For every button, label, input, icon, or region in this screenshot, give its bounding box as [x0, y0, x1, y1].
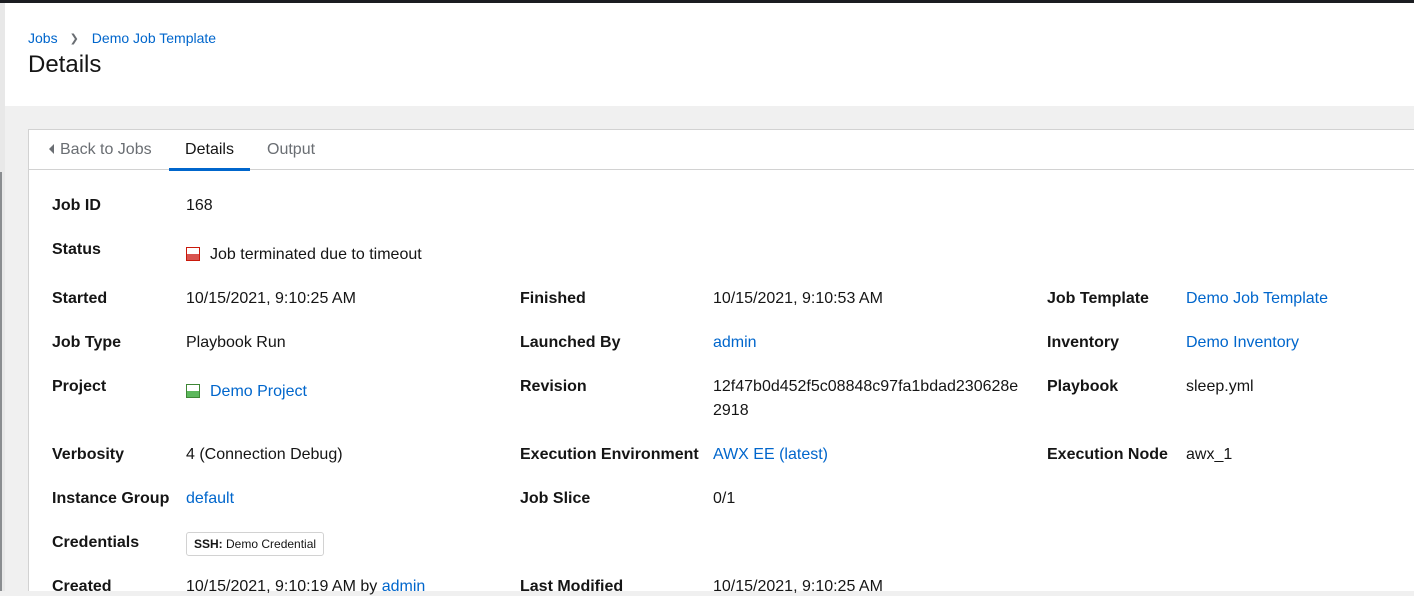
page-header: Jobs ❯ Demo Job Template Details	[5, 3, 1414, 106]
tab-back-label: Back to Jobs	[60, 141, 152, 158]
revision-value: 12f47b0d452f5c08848c97fa1bdad230628e2918	[713, 378, 1019, 419]
status-value: Job terminated due to timeout	[186, 246, 422, 264]
finished-label: Finished	[520, 290, 586, 307]
instance-group-link[interactable]: default	[186, 490, 234, 508]
job-details-card: Back to Jobs Details Output Job ID 168 S…	[28, 129, 1414, 595]
instance-group-label: Instance Group	[52, 490, 170, 507]
tab-back-to-jobs[interactable]: Back to Jobs	[49, 130, 152, 170]
launched-by-label: Launched By	[520, 334, 621, 351]
created-value: 10/15/2021, 9:10:19 AM by admin	[186, 578, 425, 596]
launched-by-link[interactable]: admin	[713, 334, 757, 352]
credential-name: Demo Credential	[226, 537, 317, 551]
execution-node-label: Execution Node	[1047, 446, 1168, 463]
playbook-label: Playbook	[1047, 378, 1119, 395]
project-link[interactable]: Demo Project	[210, 383, 307, 400]
finished-value: 10/15/2021, 9:10:53 AM	[713, 290, 883, 307]
verbosity-value: 4 (Connection Debug)	[186, 446, 343, 463]
last-modified-label: Last Modified	[520, 578, 624, 595]
execution-environment-label: Execution Environment	[520, 446, 699, 463]
execution-environment-link[interactable]: AWX EE (latest)	[713, 446, 828, 464]
success-status-icon	[186, 384, 200, 398]
breadcrumb-template-link[interactable]: Demo Job Template	[92, 30, 216, 46]
failed-status-icon	[186, 247, 200, 261]
job-type-label: Job Type	[52, 334, 122, 351]
job-id-value: 168	[186, 197, 213, 214]
breadcrumb-jobs-link[interactable]: Jobs	[28, 30, 58, 46]
project-value: Demo Project	[186, 383, 307, 401]
playbook-value: sleep.yml	[1186, 378, 1254, 395]
verbosity-label: Verbosity	[52, 446, 125, 463]
inventory-label: Inventory	[1047, 334, 1120, 351]
started-value: 10/15/2021, 9:10:25 AM	[186, 290, 356, 307]
credentials-label: Credentials	[52, 534, 140, 551]
job-template-label: Job Template	[1047, 290, 1149, 307]
job-template-link[interactable]: Demo Job Template	[1186, 290, 1328, 308]
caret-left-icon	[49, 144, 54, 154]
left-nav-scroll-edge	[0, 172, 2, 591]
credential-chip[interactable]: SSH: Demo Credential	[186, 532, 325, 556]
revision-label: Revision	[520, 378, 587, 395]
page-title: Details	[28, 51, 102, 78]
status-text: Job terminated due to timeout	[210, 246, 422, 263]
started-label: Started	[52, 290, 108, 307]
job-slice-label: Job Slice	[520, 490, 591, 507]
created-date: 10/15/2021, 9:10:19 AM by	[186, 578, 382, 595]
inventory-link[interactable]: Demo Inventory	[1186, 334, 1299, 352]
chevron-right-icon: ❯	[69, 32, 79, 45]
tab-output[interactable]: Output	[267, 130, 315, 170]
job-id-label: Job ID	[52, 197, 101, 214]
job-type-value: Playbook Run	[186, 334, 286, 351]
execution-node-value: awx_1	[1186, 446, 1233, 463]
last-modified-value: 10/15/2021, 9:10:25 AM	[713, 578, 883, 595]
credential-kind: SSH:	[194, 537, 223, 551]
tab-bar: Back to Jobs Details Output	[29, 130, 1414, 171]
created-label: Created	[52, 578, 112, 595]
tab-details[interactable]: Details	[169, 130, 250, 171]
breadcrumb: Jobs ❯ Demo Job Template	[28, 30, 216, 46]
job-slice-value: 0/1	[713, 490, 736, 507]
project-label: Project	[52, 378, 107, 395]
status-label: Status	[52, 241, 101, 258]
created-by-link[interactable]: admin	[382, 578, 426, 595]
